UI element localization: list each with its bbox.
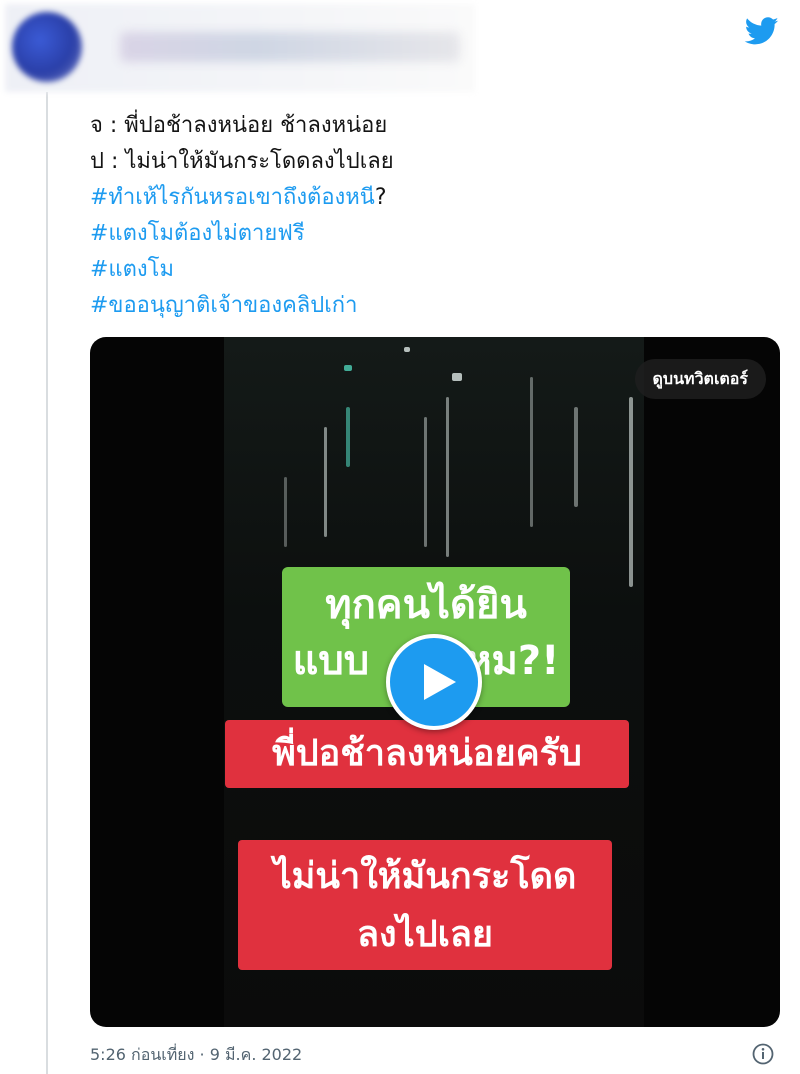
hashtag-link[interactable]: #แตงโมต้องไม่ตายฟรี	[90, 221, 305, 246]
hashtag-link[interactable]: #ขออนุญาติเจ้าของคลิปเก่า	[90, 293, 357, 318]
video-caption-red: ไม่น่าให้มันกระโดด ลงไปเลย	[238, 840, 612, 970]
tweet-line: จ : พี่ปอช้าลงหน่อย ช้าลงหน่อย	[90, 113, 388, 138]
hashtag-line: #ขออนุญาติเจ้าของคลิปเก่า	[90, 288, 394, 324]
caption-line: ไม่น่าให้มันกระโดด	[273, 856, 577, 897]
video-caption-red: พี่ปอช้าลงหน่อยครับ	[225, 720, 629, 788]
thread-line	[46, 92, 48, 1074]
hashtag-link[interactable]: #ทำเห้ไรกันหรอเขาถึงต้องหนี	[90, 185, 375, 210]
hashtag-link[interactable]: #แตงโม	[90, 257, 174, 282]
tweet-line: ป : ไม่น่าให้มันกระโดดลงไปเลย	[90, 149, 394, 174]
info-icon[interactable]	[752, 1043, 774, 1065]
avatar[interactable]	[12, 12, 82, 82]
caption-line: ลงไปเลย	[356, 914, 494, 955]
caption-line: ทุกคนได้ยิน	[325, 582, 527, 628]
tweet-body: จ : พี่ปอช้าลงหน่อย ช้าลงหน่อย ป : ไม่น่…	[90, 108, 394, 324]
hashtag-line: #แตงโม	[90, 252, 394, 288]
hashtag-line: #ทำเห้ไรกันหรอเขาถึงต้องหนี?	[90, 180, 394, 216]
twitter-bird-icon[interactable]	[742, 14, 782, 48]
play-button[interactable]	[386, 634, 482, 730]
watch-on-twitter-button[interactable]: ดูบนทวิตเตอร์	[634, 359, 766, 399]
hashtag-line: #แตงโมต้องไม่ตายฟรี	[90, 216, 394, 252]
video-player[interactable]: ดูบนทวิตเตอร์ ทุกคนได้ยิน แบบ หม?! พี่ปอช…	[90, 337, 780, 1027]
play-icon	[424, 664, 456, 700]
tweet-timestamp[interactable]: 5:26 ก่อนเที่ยง · 9 มี.ค. 2022	[90, 1043, 302, 1068]
author-name-blurred[interactable]	[120, 32, 460, 62]
hashtag-suffix: ?	[374, 185, 387, 210]
